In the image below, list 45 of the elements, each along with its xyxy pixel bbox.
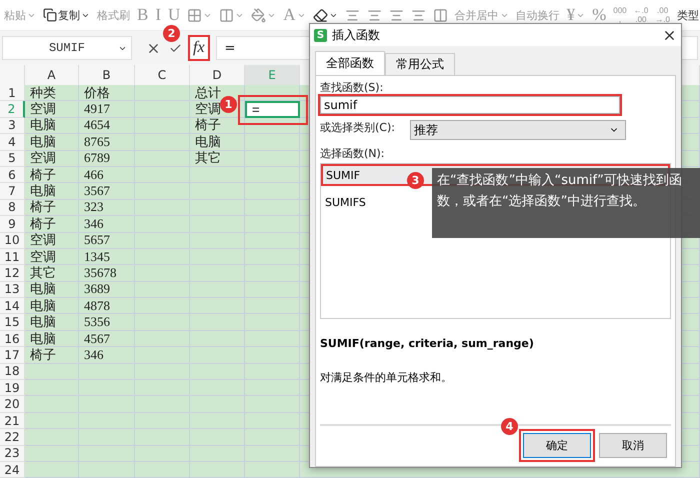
table-cell: 椅子 bbox=[25, 347, 79, 364]
table-cell: 空调 bbox=[25, 248, 79, 266]
table-cell: 4654 bbox=[79, 118, 135, 134]
table-cell: 椅子 bbox=[190, 118, 245, 134]
function-signature: SUMIF(range, criteria, sum_range) bbox=[320, 337, 534, 350]
table-cell: 电脑 bbox=[25, 118, 79, 134]
table-cell: 电脑 bbox=[25, 134, 79, 151]
table-cell: 种类 bbox=[25, 85, 79, 102]
app-logo: S bbox=[314, 28, 327, 42]
table-cell: 4878 bbox=[79, 298, 135, 314]
table-cell: 466 bbox=[79, 166, 135, 184]
field-label: 查找函数(S): bbox=[320, 80, 384, 95]
table-cell: 6789 bbox=[79, 150, 135, 167]
table-cell: 电脑 bbox=[25, 282, 79, 298]
tooltip: 在“查找函数”中输入“sumif”可快速找到函数，或者在“选择函数”中进行查找。 bbox=[432, 168, 700, 238]
table-cell: 3567 bbox=[79, 183, 135, 200]
table-cell: 4917 bbox=[79, 101, 135, 118]
table-cell: 其它 bbox=[25, 265, 79, 282]
table-cell: 346 bbox=[79, 216, 135, 233]
table-cell: 4567 bbox=[79, 330, 135, 348]
field-label: 或选择类别(C): bbox=[320, 120, 395, 135]
table-cell: 椅子 bbox=[25, 200, 79, 216]
table-cell: 其它 bbox=[190, 150, 245, 167]
table-cell: 空调 bbox=[25, 150, 79, 167]
table-cell: 椅子 bbox=[25, 216, 79, 233]
table-cell: 电脑 bbox=[25, 314, 79, 331]
table-cell: 电脑 bbox=[25, 183, 79, 200]
table-cell: 3689 bbox=[79, 282, 135, 298]
table-cell: 323 bbox=[79, 200, 135, 216]
table-cell: 35678 bbox=[79, 265, 135, 282]
table-cell: 1345 bbox=[79, 248, 135, 266]
table-cell: 电脑 bbox=[25, 330, 79, 348]
table-cell: 346 bbox=[79, 347, 135, 364]
table-cell: 椅子 bbox=[25, 166, 79, 184]
table-cell: 空调 bbox=[25, 101, 79, 118]
table-cell: 8765 bbox=[79, 134, 135, 151]
table-cell: 5657 bbox=[79, 232, 135, 249]
table-cell: 价格 bbox=[79, 85, 135, 102]
function-description: 对满足条件的单元格求和。 bbox=[320, 370, 452, 385]
table-cell: 空调 bbox=[25, 232, 79, 249]
table-cell: 电脑 bbox=[190, 134, 245, 151]
window-title: 插入函数 bbox=[332, 26, 381, 44]
table-cell: 电脑 bbox=[25, 298, 79, 314]
table-cell: 5356 bbox=[79, 314, 135, 331]
field-label: 选择函数(N): bbox=[320, 146, 385, 161]
